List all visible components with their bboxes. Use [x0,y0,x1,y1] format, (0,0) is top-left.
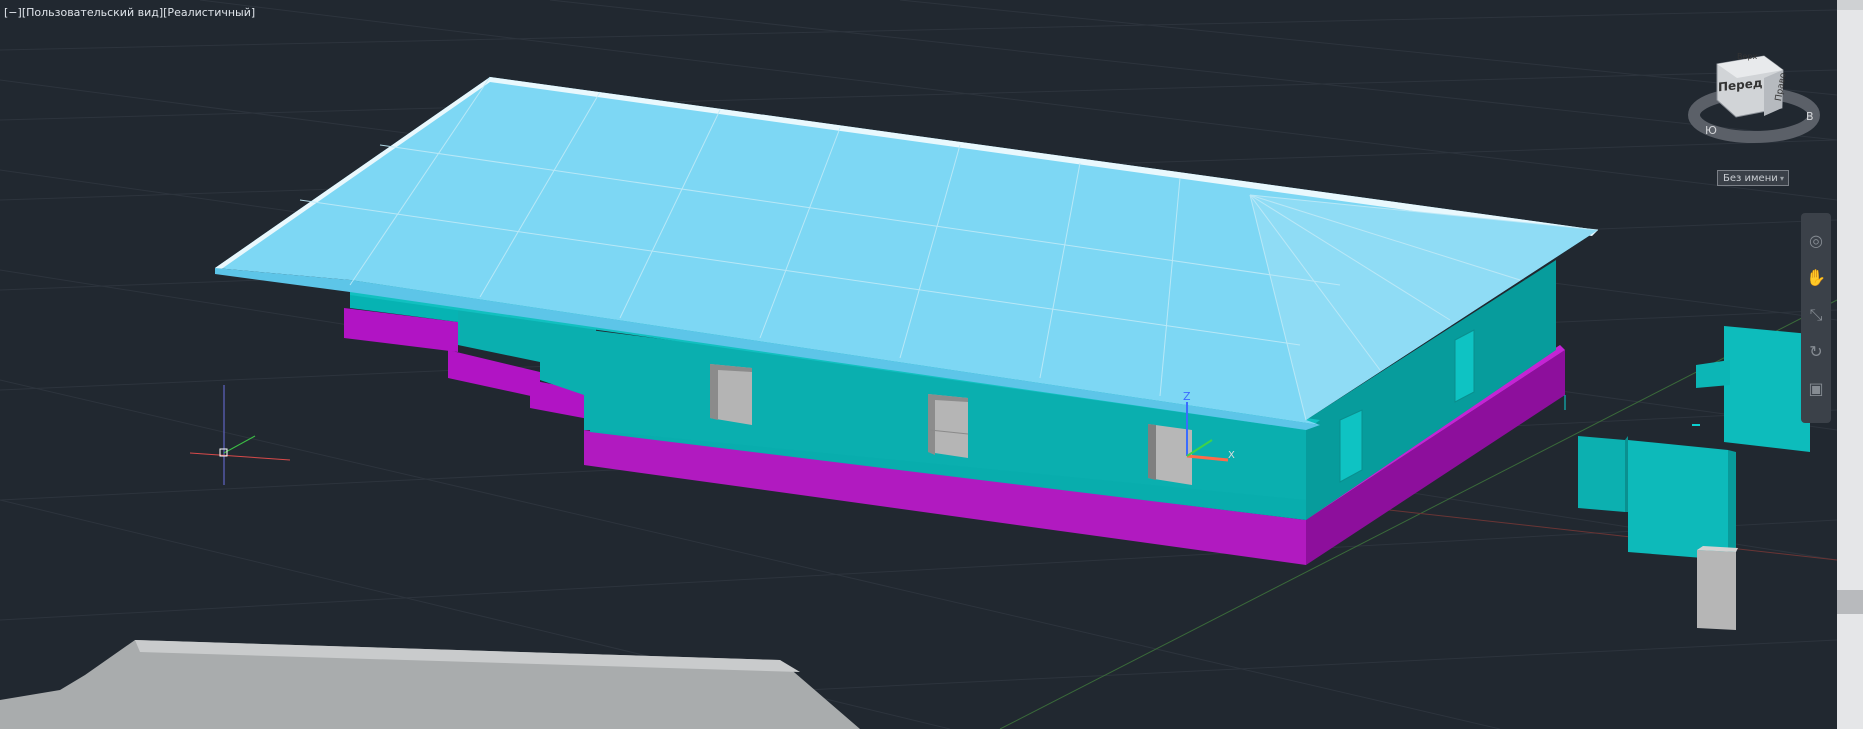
vertical-scrollbar[interactable] [1837,0,1863,729]
viewport-menu[interactable]: [−] [4,6,22,19]
view-menu[interactable]: [Пользовательский вид] [22,6,163,19]
navigation-bar: ◎ ✋ ⤡ ↻ ▣ [1801,213,1831,423]
chevron-down-icon: ▾ [1779,174,1784,183]
ucs-dropdown[interactable]: Без имени ▾ [1717,170,1789,186]
scrollbar-thumb[interactable] [1837,590,1863,614]
steering-wheel-icon[interactable]: ◎ [1806,231,1826,251]
svg-text:X: X [1228,450,1235,461]
svg-text:Z: Z [1183,390,1191,403]
viewcube-top-face[interactable]: Верх [1737,52,1757,61]
viewport-controls-label[interactable]: [−][Пользовательский вид][Реалистичный] [4,6,255,19]
detached-objects [1564,326,1810,630]
visual-style-menu[interactable]: [Реалистичный] [163,6,255,19]
crosshair-cursor [189,385,291,485]
model-viewport[interactable]: Z X [−][Пользовательский вид][Реалистичн… [0,0,1863,729]
3d-scene[interactable]: Z X [0,0,1863,729]
scrollbar-top[interactable] [1837,0,1863,10]
pan-icon[interactable]: ✋ [1806,268,1826,288]
ucs-name: Без имени [1723,173,1778,184]
showmotion-icon[interactable]: ▣ [1806,379,1826,399]
compass-south[interactable]: Ю [1705,124,1717,137]
compass-east[interactable]: В [1806,110,1814,123]
zoom-icon[interactable]: ⤡ [1806,305,1826,325]
orbit-icon[interactable]: ↻ [1806,342,1826,362]
